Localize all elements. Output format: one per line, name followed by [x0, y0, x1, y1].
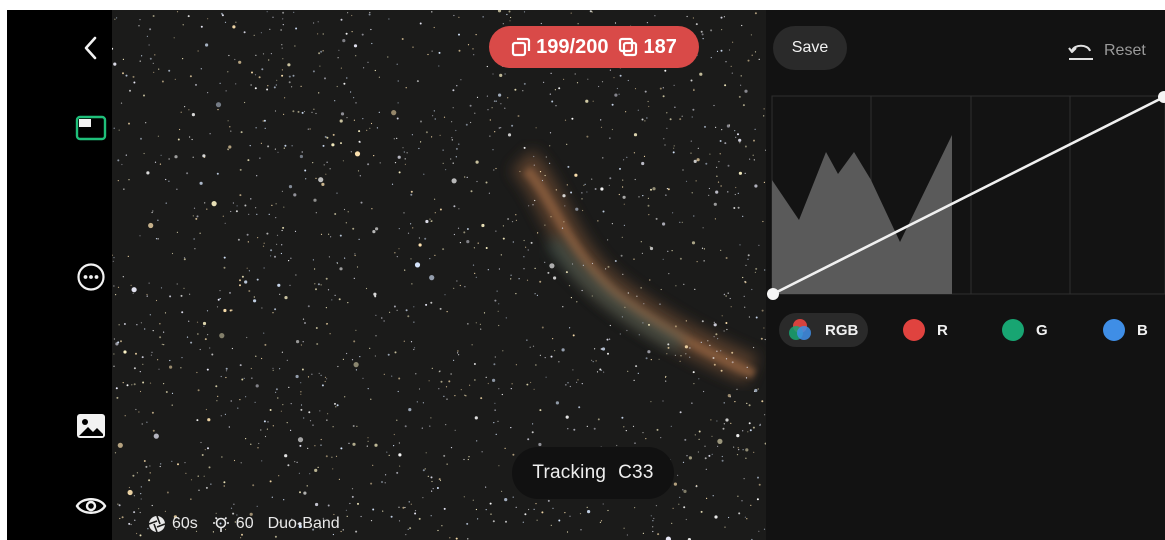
visibility-button[interactable]: [73, 488, 109, 524]
save-button[interactable]: Save: [773, 26, 847, 70]
channel-r[interactable]: R: [903, 313, 948, 347]
image-viewer[interactable]: 199/200 187 Tracking C33 60s 60 Duo-Band: [112, 10, 766, 540]
channel-b-label: B: [1137, 321, 1148, 339]
eye-icon: [75, 498, 107, 514]
frame-counter-badge: 199/200 187: [489, 26, 699, 68]
rgb-icon: [789, 319, 811, 340]
more-icon: [77, 263, 105, 291]
captured-frames: 199/200: [511, 36, 608, 59]
gain-value: 60: [235, 515, 254, 532]
stacked-count: 187: [643, 35, 677, 58]
tone-curve-editor[interactable]: [766, 90, 1165, 305]
reset-button[interactable]: Reset: [1066, 38, 1146, 64]
green-dot-icon: [1002, 319, 1024, 341]
stack-icon: [619, 37, 638, 57]
channel-b[interactable]: B: [1103, 313, 1148, 347]
channel-g[interactable]: G: [1002, 313, 1048, 347]
more-button[interactable]: [73, 259, 109, 295]
channel-r-label: R: [937, 321, 948, 339]
blue-dot-icon: [1103, 319, 1125, 341]
stacked-frames: 187: [618, 35, 677, 59]
curve-point-black: [767, 288, 779, 300]
back-button[interactable]: [73, 30, 109, 66]
gain-icon: [212, 516, 229, 532]
channel-rgb[interactable]: RGB: [779, 313, 869, 347]
undo-icon: [1068, 44, 1093, 60]
layout-icon: [75, 115, 107, 141]
channel-rgb-label: RGB: [825, 321, 859, 339]
layout-toggle-button[interactable]: [73, 110, 109, 146]
curves-panel: Save Reset RGB R G B: [766, 10, 1165, 540]
filter-value: Duo-Band: [267, 515, 340, 532]
tracking-label: Tracking: [532, 462, 607, 483]
gallery-icon: [77, 414, 105, 438]
channel-g-label: G: [1036, 321, 1048, 339]
gallery-button[interactable]: [73, 408, 109, 444]
reset-label: Reset: [1104, 42, 1146, 59]
frames-count: 199/200: [536, 35, 609, 58]
left-toolbar: [7, 10, 112, 540]
tracking-status[interactable]: Tracking C33: [512, 447, 674, 499]
channel-selector: RGB R G B: [773, 313, 1165, 347]
tracking-target: C33: [618, 462, 654, 483]
back-icon: [84, 36, 97, 60]
frames-icon: [512, 37, 531, 57]
capture-info-bar: 60s 60 Duo-Band: [148, 513, 340, 535]
aperture-icon: [148, 515, 166, 533]
red-dot-icon: [903, 319, 925, 341]
exposure-value: 60s: [172, 515, 198, 532]
app-window: 199/200 187 Tracking C33 60s 60 Duo-Band…: [7, 10, 1165, 540]
